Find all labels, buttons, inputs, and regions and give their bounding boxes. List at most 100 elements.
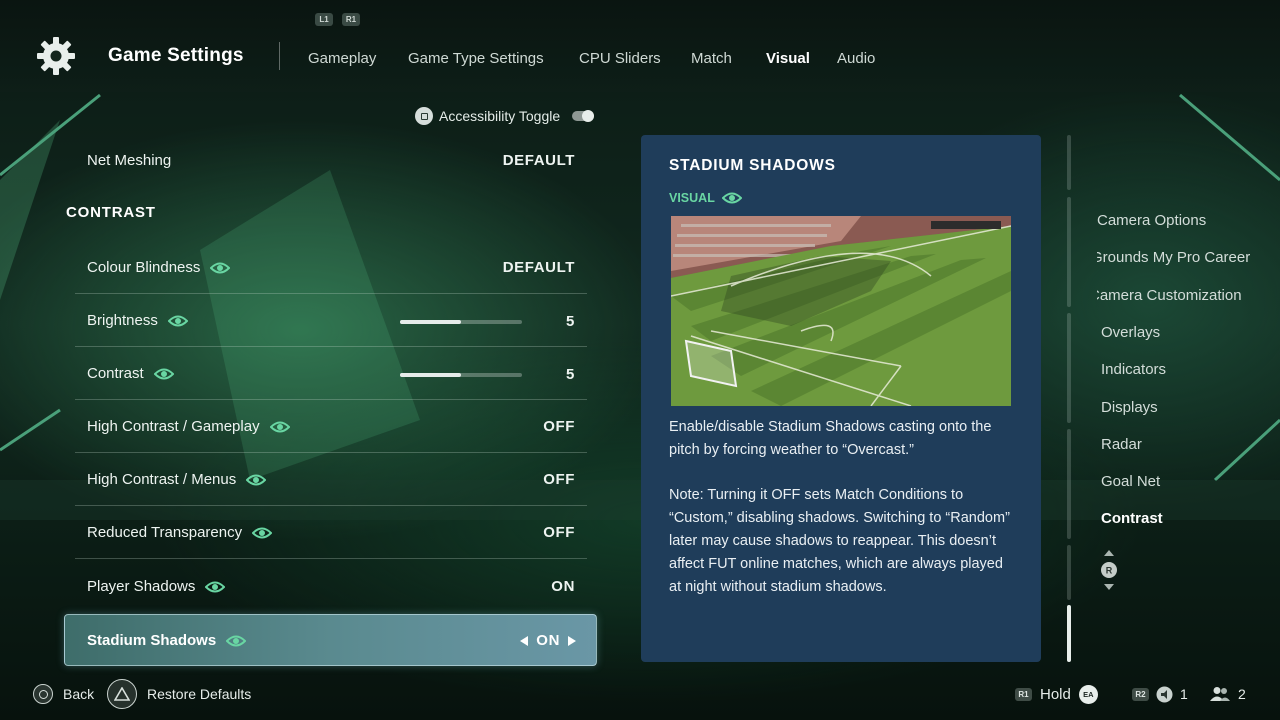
nav-item-radar[interactable]: Radar	[1101, 436, 1280, 453]
setting-stadium-shadows[interactable]: Stadium Shadows ON	[64, 614, 597, 666]
setting-value: OFF	[543, 418, 575, 435]
setting-value: OFF	[543, 471, 575, 488]
setting-label: Stadium Shadows	[87, 632, 217, 649]
chevron-right-icon[interactable]	[568, 635, 576, 646]
restore-defaults-action[interactable]: Restore Defaults	[107, 678, 251, 710]
circle-button-icon	[33, 684, 53, 704]
setting-value: ON	[536, 632, 560, 649]
setting-label: Brightness	[87, 312, 158, 329]
eye-icon	[246, 474, 267, 485]
info-panel-title: STADIUM SHADOWS	[669, 157, 836, 174]
voice-count: 1	[1180, 686, 1188, 702]
tab-visual[interactable]: Visual	[766, 50, 810, 67]
eye-icon	[210, 262, 231, 273]
accessibility-switch[interactable]	[572, 110, 595, 122]
setting-label: Net Meshing	[87, 152, 172, 169]
brightness-slider[interactable]	[400, 320, 522, 324]
scroll-segment	[1067, 545, 1071, 600]
eye-icon	[721, 192, 742, 204]
restore-defaults-label: Restore Defaults	[147, 686, 252, 702]
triangle-button-icon	[107, 679, 137, 709]
setting-value: DEFAULT	[502, 152, 575, 169]
nav-item-displays[interactable]: Displays	[1101, 399, 1280, 416]
eye-icon	[167, 315, 188, 326]
setting-label: Contrast	[87, 365, 144, 382]
r2-button-icon: R2	[1132, 687, 1149, 701]
slider-fill	[400, 320, 461, 324]
hold-ea-hint[interactable]: R1 Hold EA	[1015, 683, 1098, 705]
l1-button-hint[interactable]: L1	[315, 13, 333, 26]
section-title-contrast: CONTRAST	[66, 204, 156, 221]
right-stick-icon: R	[1101, 550, 1117, 590]
setting-label-wrap: Colour Blindness	[87, 259, 231, 276]
setting-value-selector: ON	[520, 632, 576, 649]
eye-icon	[153, 368, 174, 379]
setting-colour-blindness[interactable]: Colour Blindness DEFAULT	[75, 241, 587, 294]
setting-label: High Contrast / Gameplay	[87, 418, 260, 435]
nav-item-contrast[interactable]: Contrast	[1101, 510, 1280, 527]
setting-label-wrap: High Contrast / Menus	[87, 471, 267, 488]
setting-net-meshing[interactable]: Net Meshing DEFAULT	[75, 134, 587, 187]
back-action[interactable]: Back	[33, 683, 94, 705]
scroll-thumb[interactable]	[1067, 605, 1071, 662]
info-panel-note: Note: Turning it OFF sets Match Conditio…	[669, 487, 1010, 595]
setting-value: OFF	[543, 524, 575, 541]
eye-icon	[205, 581, 226, 592]
eye-icon	[269, 421, 290, 432]
tab-audio[interactable]: Audio	[837, 50, 875, 67]
players-status: 2	[1210, 683, 1246, 705]
contrast-slider[interactable]	[400, 373, 522, 377]
players-icon	[1210, 687, 1230, 701]
r1-button-hint[interactable]: R1	[342, 13, 360, 26]
accessibility-toggle[interactable]: Accessibility Toggle	[415, 107, 595, 125]
info-panel-description: Enable/disable Stadium Shadows casting o…	[669, 419, 992, 458]
hold-label: Hold	[1040, 685, 1071, 703]
square-button-icon	[415, 107, 433, 125]
setting-player-shadows[interactable]: Player Shadows ON	[75, 560, 587, 613]
page-title: Game Settings	[108, 45, 244, 66]
info-panel-tag: VISUAL	[669, 191, 742, 205]
back-label: Back	[63, 686, 95, 702]
header-divider	[279, 42, 280, 70]
setting-value: DEFAULT	[502, 259, 575, 276]
gear-icon	[37, 37, 75, 75]
info-panel-tag-label: VISUAL	[669, 191, 715, 205]
nav-item-the-grounds[interactable]: The Grounds My Pro Career	[1097, 249, 1280, 266]
setting-value: 5	[566, 313, 575, 330]
setting-label-wrap: Contrast	[87, 365, 174, 382]
scroll-segment	[1067, 313, 1071, 423]
setting-reduced-transparency[interactable]: Reduced Transparency OFF	[75, 506, 587, 559]
nav-item-goal-net[interactable]: Goal Net	[1101, 473, 1280, 490]
setting-label: Reduced Transparency	[87, 524, 243, 541]
setting-contrast[interactable]: Contrast 5	[75, 347, 587, 400]
scroll-segment	[1067, 197, 1071, 307]
nav-item-overlays[interactable]: Overlays	[1101, 324, 1280, 341]
setting-brightness[interactable]: Brightness 5	[75, 294, 587, 347]
setting-high-contrast-gameplay[interactable]: High Contrast / Gameplay OFF	[75, 400, 587, 453]
nav-item-camera-customization[interactable]: Camera Customization	[1097, 287, 1280, 304]
setting-label-wrap: Stadium Shadows	[87, 632, 247, 649]
setting-label: Player Shadows	[87, 578, 196, 595]
setting-value: 5	[566, 366, 575, 383]
ea-logo-icon: EA	[1078, 684, 1098, 704]
setting-label: Colour Blindness	[87, 259, 201, 276]
accessibility-toggle-label: Accessibility Toggle	[439, 108, 561, 124]
scroll-segment	[1067, 429, 1071, 539]
setting-label-wrap: Brightness	[87, 312, 188, 329]
nav-item-indicators[interactable]: Indicators	[1101, 361, 1280, 378]
eye-icon	[226, 635, 247, 646]
r1-button-icon: R1	[1015, 687, 1032, 701]
nav-item-camera-options[interactable]: Camera Options	[1097, 212, 1280, 229]
tab-cpu-sliders[interactable]: CPU Sliders	[579, 50, 661, 67]
scrollbar[interactable]	[1067, 135, 1071, 662]
tab-gameplay[interactable]: Gameplay	[308, 50, 376, 67]
right-stick-label: R	[1106, 566, 1113, 576]
setting-label: High Contrast / Menus	[87, 471, 237, 488]
setting-high-contrast-menus[interactable]: High Contrast / Menus OFF	[75, 453, 587, 506]
chevron-left-icon[interactable]	[520, 635, 529, 646]
setting-value: ON	[551, 578, 575, 595]
tab-game-type-settings[interactable]: Game Type Settings	[408, 50, 544, 67]
setting-label-wrap: Player Shadows	[87, 578, 226, 595]
tab-match[interactable]: Match	[691, 50, 732, 67]
scroll-segment	[1067, 135, 1071, 190]
